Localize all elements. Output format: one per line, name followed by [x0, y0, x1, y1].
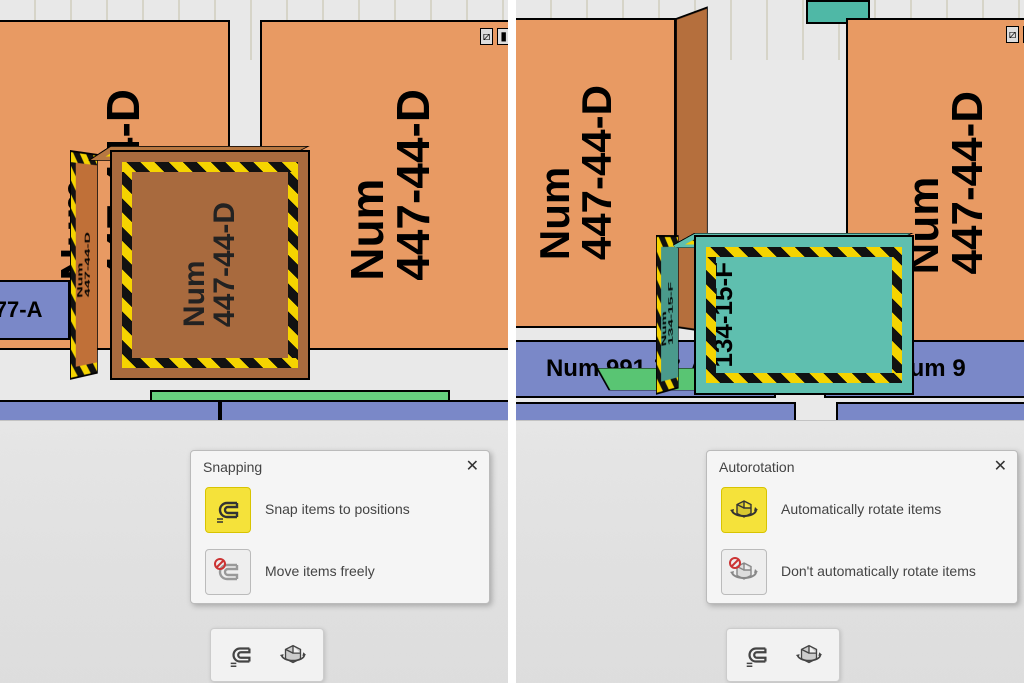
option-snap-on[interactable]: Snap items to positions [191, 479, 489, 541]
shipping-symbols-icon: ⧄▮ [480, 28, 508, 45]
toolbar-right [726, 628, 840, 682]
close-icon[interactable]: ✕ [466, 459, 479, 475]
snap-off-icon [205, 549, 251, 595]
shipping-symbols-icon: ⧄▮ [1006, 26, 1024, 43]
toolbar-snap-button[interactable] [221, 635, 261, 675]
autorotation-popup: Autorotation ✕ Automatically rotate item… [706, 450, 1018, 604]
option-label: Move items freely [265, 563, 475, 581]
close-icon[interactable]: ✕ [994, 459, 1007, 475]
option-snap-off[interactable]: Move items freely [191, 541, 489, 603]
box-label: Num 447-44-D [180, 202, 240, 327]
box-label: Num 447-44-D [77, 232, 92, 298]
option-rotate-off[interactable]: Don't automatically rotate items [707, 541, 1017, 603]
popup-title: Snapping [203, 459, 262, 475]
toolbar-rotate-button[interactable] [789, 635, 829, 675]
toolbar-snap-button[interactable] [737, 635, 777, 675]
box-label: Num 447-44-D [344, 89, 436, 281]
box-label: -77-A [0, 299, 43, 321]
right-pane: Num 447-44-D ⧄▮ Num 447-44-D Num 991-77-… [516, 0, 1024, 683]
option-label: Automatically rotate items [781, 501, 1003, 519]
box-blue[interactable]: -77-A [0, 280, 70, 340]
toolbar-rotate-button[interactable] [273, 635, 313, 675]
split-view: ⧄▮ Num 447-44-D Num 447-44-D Num -77-A [0, 0, 1024, 683]
box-label: Num 447-44-D [534, 85, 618, 260]
option-rotate-on[interactable]: Automatically rotate items [707, 479, 1017, 541]
snap-on-icon [205, 487, 251, 533]
selected-box[interactable]: Num 134-15-F 134-15-F [656, 235, 906, 395]
snapping-popup: Snapping ✕ Snap items to positions Move … [190, 450, 490, 604]
option-label: Don't automatically rotate items [781, 563, 1003, 581]
box-label: Num 447-44-D [902, 91, 990, 274]
autorotate-off-icon [721, 549, 767, 595]
left-pane: ⧄▮ Num 447-44-D Num 447-44-D Num -77-A [0, 0, 508, 683]
popup-title: Autorotation [719, 459, 795, 475]
box-orange[interactable]: Num 447-44-D [516, 18, 676, 328]
toolbar-left [210, 628, 324, 682]
box-label: 134-15-F [710, 262, 736, 368]
selected-box[interactable]: Num 447-44-D Num 447-44-D [70, 150, 300, 380]
option-label: Snap items to positions [265, 501, 475, 519]
box-label: Num 134-15-F [661, 281, 674, 346]
autorotate-on-icon [721, 487, 767, 533]
